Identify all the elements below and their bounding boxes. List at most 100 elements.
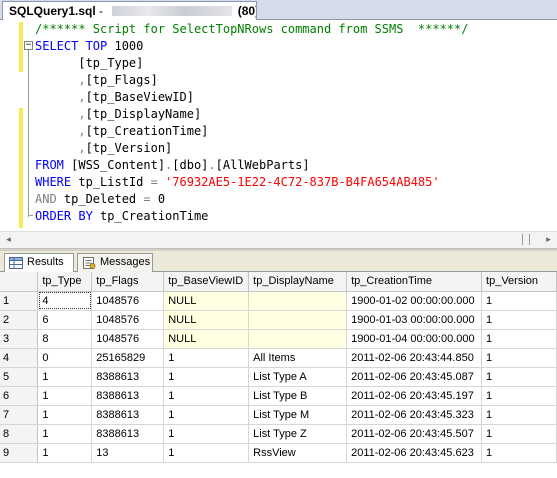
grid-cell[interactable]: 1: [163, 424, 250, 444]
row-number[interactable]: 3: [0, 329, 39, 349]
table-row[interactable]: 1 4 1048576 NULL 1900-01-02 00:00:00.000 1: [0, 291, 557, 311]
row-number[interactable]: 8: [0, 424, 39, 444]
column-header-tp-displayname[interactable]: tp_DisplayName: [248, 272, 348, 292]
scroll-right-icon[interactable]: ▸: [541, 233, 556, 248]
grid-cell[interactable]: List Type Z: [248, 424, 348, 444]
grid-cell[interactable]: 1900-01-02 00:00:00.000: [346, 291, 483, 311]
table-row[interactable]: 4 0 25165829 1 All Items 2011-02-06 20:43:44.…: [0, 348, 557, 368]
grid-cell[interactable]: 2011-02-06 20:43:45.197: [346, 386, 483, 406]
column-header-tp-version[interactable]: tp_Version: [481, 272, 557, 292]
tab-results-label: Results: [27, 256, 64, 268]
results-grid[interactable]: tp_Type tp_Flags tp_BaseViewID tp_DisplayNa…: [0, 272, 557, 478]
grid-cell[interactable]: 8388613: [91, 367, 165, 387]
grid-cell[interactable]: 1: [481, 291, 557, 311]
row-number-header[interactable]: [0, 272, 39, 292]
grid-cell[interactable]: 13: [91, 443, 165, 463]
grid-cell[interactable]: 1: [481, 348, 557, 368]
code-token: /****** Script for SelectTopNRows comman…: [35, 22, 469, 36]
query-document-tab[interactable]: SQLQuery1.sql - (80))*: [2, 1, 257, 20]
row-number[interactable]: 7: [0, 405, 39, 425]
results-table: tp_Type tp_Flags tp_BaseViewID tp_DisplayNa…: [0, 272, 557, 463]
grid-cell[interactable]: 1: [163, 405, 250, 425]
grid-cell[interactable]: 1: [163, 367, 250, 387]
grid-cell[interactable]: 1: [481, 405, 557, 425]
grid-cell[interactable]: 1: [37, 367, 93, 387]
grid-cell[interactable]: 1: [37, 424, 93, 444]
grid-cell[interactable]: 2011-02-06 20:43:45.323: [346, 405, 483, 425]
table-row[interactable]: 5 1 8388613 1 List Type A 2011-02-06 20:43:45…: [0, 367, 557, 387]
grid-cell[interactable]: List Type A: [248, 367, 348, 387]
row-number[interactable]: 5: [0, 367, 39, 387]
grid-cell[interactable]: [248, 291, 348, 311]
column-header-tp-flags[interactable]: tp_Flags: [91, 272, 165, 292]
grid-cell[interactable]: 1: [481, 424, 557, 444]
table-row[interactable]: 8 1 8388613 1 List Type Z 2011-02-06 20:43:45…: [0, 424, 557, 444]
grid-cell[interactable]: 1: [481, 386, 557, 406]
grid-cell[interactable]: List Type B: [248, 386, 348, 406]
code-token: '76932AE5-1E22-4C72-837B-B4FA654AB485': [165, 175, 440, 189]
grid-cell[interactable]: 1900-01-03 00:00:00.000: [346, 310, 483, 330]
result-tabs: Results Messages: [0, 251, 557, 273]
query-filename: SQLQuery1.sql: [9, 4, 96, 18]
row-number[interactable]: 2: [0, 310, 39, 330]
grid-cell[interactable]: All Items: [248, 348, 348, 368]
table-row[interactable]: 7 1 8388613 1 List Type M 2011-02-06 20:43:45…: [0, 405, 557, 425]
outline-guide: [28, 50, 29, 217]
code-token: 1000: [114, 39, 144, 53]
grid-cell[interactable]: NULL: [163, 310, 250, 330]
column-header-tp-baseviewid[interactable]: tp_BaseViewID: [163, 272, 250, 292]
grid-cell[interactable]: 1900-01-04 00:00:00.000: [346, 329, 483, 349]
grid-cell[interactable]: 6: [37, 310, 93, 330]
table-row[interactable]: 3 8 1048576 NULL 1900-01-04 00:00:00.000 1: [0, 329, 557, 349]
grid-cell[interactable]: 1: [481, 367, 557, 387]
grid-cell[interactable]: NULL: [163, 291, 250, 311]
grid-cell[interactable]: 1: [163, 443, 250, 463]
grid-cell[interactable]: 0: [37, 348, 93, 368]
grid-cell[interactable]: [248, 310, 348, 330]
grid-cell[interactable]: 1048576: [91, 291, 165, 311]
scroll-grip-icon[interactable]: [522, 234, 530, 245]
tab-messages[interactable]: Messages: [77, 253, 153, 272]
grid-cell[interactable]: 2011-02-06 20:43:45.507: [346, 424, 483, 444]
grid-cell[interactable]: 4: [37, 291, 93, 311]
grid-cell[interactable]: 8388613: [91, 405, 165, 425]
table-row[interactable]: 2 6 1048576 NULL 1900-01-03 00:00:00.000 1: [0, 310, 557, 330]
grid-cell[interactable]: 1: [163, 386, 250, 406]
grid-cell[interactable]: 1: [37, 405, 93, 425]
code-token: tp_CreationTime: [100, 209, 209, 223]
collapse-statement-icon[interactable]: −: [24, 41, 33, 50]
grid-cell[interactable]: [248, 329, 348, 349]
grid-cell[interactable]: 1: [481, 310, 557, 330]
scroll-left-icon[interactable]: ◂: [1, 233, 16, 248]
row-number[interactable]: 9: [0, 443, 39, 463]
grid-cell[interactable]: 2011-02-06 20:43:45.623: [346, 443, 483, 463]
grid-cell[interactable]: List Type M: [248, 405, 348, 425]
row-number[interactable]: 1: [0, 291, 39, 311]
grid-body: 1 4 1048576 NULL 1900-01-02 00:00:00.000 1 2 6 1…: [0, 291, 557, 463]
row-number[interactable]: 6: [0, 386, 39, 406]
sql-editor[interactable]: − /****** Script for SelectTopNRows comm…: [0, 20, 557, 231]
grid-cell[interactable]: 8: [37, 329, 93, 349]
table-row[interactable]: 9 1 13 1 RssView 2011-02-06 20:43:45.623 1: [0, 443, 557, 463]
grid-cell[interactable]: NULL: [163, 329, 250, 349]
grid-cell[interactable]: 1: [37, 386, 93, 406]
grid-cell[interactable]: 1: [481, 329, 557, 349]
row-number[interactable]: 4: [0, 348, 39, 368]
grid-cell[interactable]: 1048576: [91, 310, 165, 330]
grid-cell[interactable]: RssView: [248, 443, 348, 463]
column-header-tp-creationtime[interactable]: tp_CreationTime: [346, 272, 483, 292]
grid-cell[interactable]: 1: [163, 348, 250, 368]
tab-results[interactable]: Results: [4, 253, 74, 273]
grid-cell[interactable]: 25165829: [91, 348, 165, 368]
grid-cell[interactable]: 1048576: [91, 329, 165, 349]
grid-cell[interactable]: 2011-02-06 20:43:44.850: [346, 348, 483, 368]
grid-cell[interactable]: 1: [481, 443, 557, 463]
code-line: ,[tp_CreationTime]: [35, 123, 208, 140]
column-header-tp-type[interactable]: tp_Type: [37, 272, 93, 292]
grid-cell[interactable]: 8388613: [91, 424, 165, 444]
editor-horizontal-scrollbar[interactable]: ◂ ▸: [0, 231, 557, 248]
grid-cell[interactable]: 2011-02-06 20:43:45.087: [346, 367, 483, 387]
table-row[interactable]: 6 1 8388613 1 List Type B 2011-02-06 20:43:45…: [0, 386, 557, 406]
grid-cell[interactable]: 8388613: [91, 386, 165, 406]
grid-cell[interactable]: 1: [37, 443, 93, 463]
